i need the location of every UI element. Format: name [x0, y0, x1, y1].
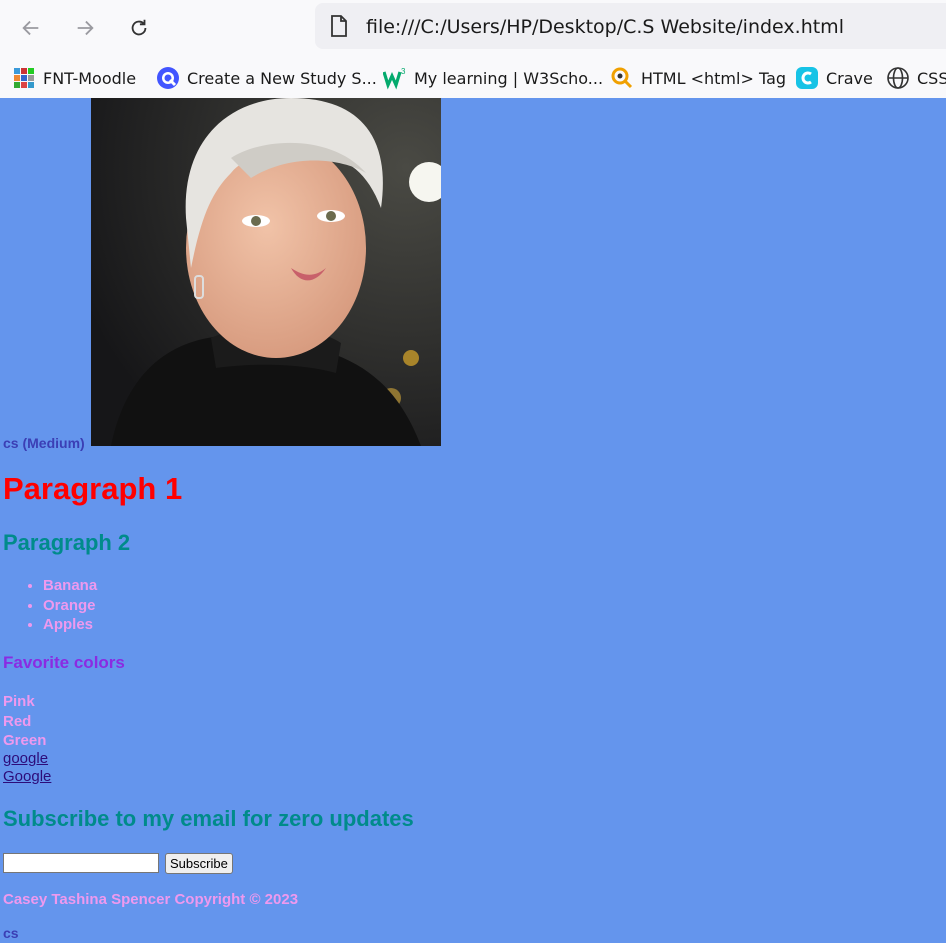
bookmark-label: Create a New Study S...: [187, 68, 377, 88]
list-item: Pink: [3, 693, 35, 710]
bookmark-quizlet[interactable]: Create a New Study S...: [156, 64, 377, 92]
bookmarks-bar: FNT-Moodle Create a New Study S... 3 My …: [0, 60, 946, 96]
back-button[interactable]: [13, 10, 49, 46]
paragraph-2-heading: Paragraph 2: [3, 530, 131, 555]
list-item: Banana: [43, 576, 97, 596]
copyright-text: Casey Tashina Spencer Copyright © 2023: [3, 891, 299, 908]
subscribe-heading: Subscribe to my email for zero updates: [3, 806, 414, 831]
address-bar[interactable]: file:///C:/Users/HP/Desktop/C.S Website/…: [315, 3, 946, 49]
forward-button[interactable]: [67, 10, 103, 46]
bookmark-label: HTML <html> Tag: [641, 68, 787, 88]
bookmark-w3schools[interactable]: 3 My learning | W3Scho...: [383, 64, 603, 92]
image-caption: cs (Medium): [3, 435, 85, 451]
page-icon: [331, 15, 347, 37]
reload-button[interactable]: [121, 10, 157, 46]
list-item: Apples: [43, 615, 97, 635]
color-list: Pink Red Green: [3, 692, 46, 751]
google-link[interactable]: google: [3, 750, 48, 767]
browser-chrome: file:///C:/Users/HP/Desktop/C.S Website/…: [0, 0, 946, 98]
bookmark-label: My learning | W3Scho...: [414, 68, 604, 88]
bookmark-crave[interactable]: Crave: [795, 64, 873, 92]
paragraph-1-heading: Paragraph 1: [3, 471, 183, 506]
search-tag-icon: [611, 67, 633, 89]
svg-text:3: 3: [401, 67, 406, 76]
reload-icon: [131, 19, 147, 36]
bookmark-css[interactable]: CSS: [886, 64, 946, 92]
google-link-2[interactable]: Google: [3, 768, 51, 785]
bookmark-html-tag[interactable]: HTML <html> Tag: [610, 64, 786, 92]
crave-icon: [796, 67, 818, 89]
bookmark-label: Crave: [826, 68, 873, 88]
footer-text: cs: [3, 925, 19, 941]
portrait-photo: [91, 98, 441, 446]
bookmark-fnt-moodle[interactable]: FNT-Moodle: [12, 64, 136, 92]
favorite-colors-heading: Favorite colors: [3, 653, 125, 672]
page-content: cs (Medium) Paragraph 1 Paragraph 2 • Ba…: [0, 98, 946, 943]
list-item: Green: [3, 732, 47, 749]
bookmark-label: CSS: [917, 68, 946, 88]
list-item: Orange: [43, 596, 97, 616]
bookmark-label: FNT-Moodle: [43, 68, 137, 88]
subscribe-button[interactable]: Subscribe: [165, 853, 233, 874]
portrait-image: [91, 98, 441, 446]
globe-icon: [887, 67, 909, 89]
quizlet-icon: [157, 67, 179, 89]
navigation-bar: file:///C:/Users/HP/Desktop/C.S Website/…: [0, 0, 946, 56]
list-item: Red: [3, 712, 32, 730]
fruit-list: Banana Orange Apples: [0, 576, 97, 635]
back-arrow-icon: [22, 20, 39, 36]
moodle-icon: [14, 68, 34, 88]
email-input[interactable]: [3, 853, 159, 873]
forward-arrow-icon: [77, 20, 94, 36]
url-text: file:///C:/Users/HP/Desktop/C.S Website/…: [366, 16, 844, 38]
w3schools-icon: 3: [383, 67, 406, 90]
